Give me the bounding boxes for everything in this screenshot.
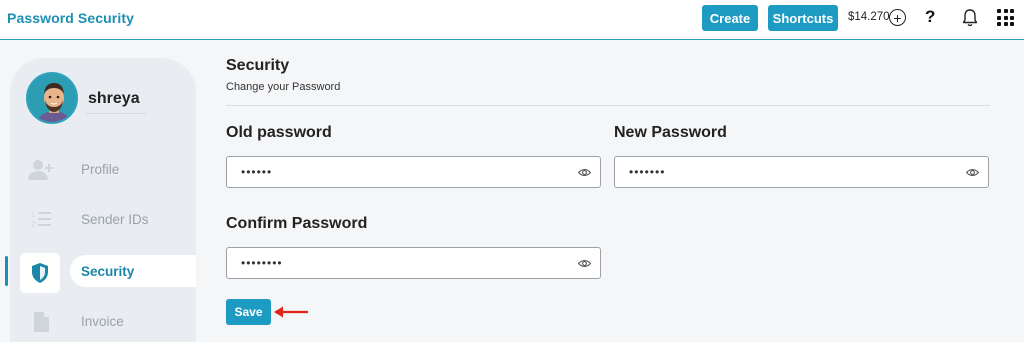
eye-icon[interactable] (578, 258, 591, 269)
new-password-label: New Password (614, 124, 727, 141)
username-underline (86, 113, 146, 114)
balance-amount: $14.270 (848, 11, 890, 23)
help-icon[interactable]: ? (925, 7, 935, 27)
page-subtitle: Change your Password (226, 81, 341, 93)
section-divider (226, 105, 990, 106)
confirm-password-value: •••••••• (241, 256, 283, 270)
red-arrow-annotation-icon (274, 306, 308, 318)
old-password-field[interactable]: •••••• (226, 156, 601, 188)
sidebar-item-invoice[interactable]: Invoice (10, 302, 196, 342)
page-title: Security (226, 57, 290, 74)
sidebar-item-label: Security (81, 264, 135, 279)
confirm-password-label: Confirm Password (226, 215, 368, 232)
create-button[interactable]: Create (702, 5, 758, 31)
document-icon (23, 304, 59, 340)
shield-icon (20, 253, 60, 293)
add-user-icon (23, 152, 59, 188)
sidebar-item-profile[interactable]: Profile (10, 150, 196, 190)
old-password-value: •••••• (241, 165, 273, 179)
svg-text:2: 2 (31, 220, 36, 229)
sidebar-item-security[interactable]: Security (10, 252, 196, 293)
eye-icon[interactable] (578, 167, 591, 178)
sidebar-item-label: Invoice (81, 314, 124, 329)
save-button[interactable]: Save (226, 299, 271, 325)
numbered-list-icon: 1 2 (23, 202, 59, 238)
new-password-value: ••••••• (629, 165, 666, 179)
add-funds-icon[interactable]: + (889, 9, 906, 26)
confirm-password-field[interactable]: •••••••• (226, 247, 601, 279)
sidebar-item-label: Sender IDs (81, 212, 149, 227)
active-indicator (5, 256, 8, 286)
bell-icon[interactable] (961, 8, 979, 28)
old-password-label: Old password (226, 124, 332, 141)
app-title: Password Security (7, 10, 134, 26)
profile-username: shreya (88, 90, 140, 107)
apps-grid-icon[interactable] (997, 9, 1014, 26)
new-password-field[interactable]: ••••••• (614, 156, 989, 188)
eye-icon[interactable] (966, 167, 979, 178)
top-bar: Password Security Create Shortcuts $14.2… (0, 0, 1024, 40)
avatar (26, 72, 78, 124)
shortcuts-button[interactable]: Shortcuts (768, 5, 838, 31)
sidebar-item-label: Profile (81, 162, 120, 177)
sidebar-item-sender-ids[interactable]: 1 2 Sender IDs (10, 200, 196, 240)
svg-text:1: 1 (31, 210, 36, 219)
